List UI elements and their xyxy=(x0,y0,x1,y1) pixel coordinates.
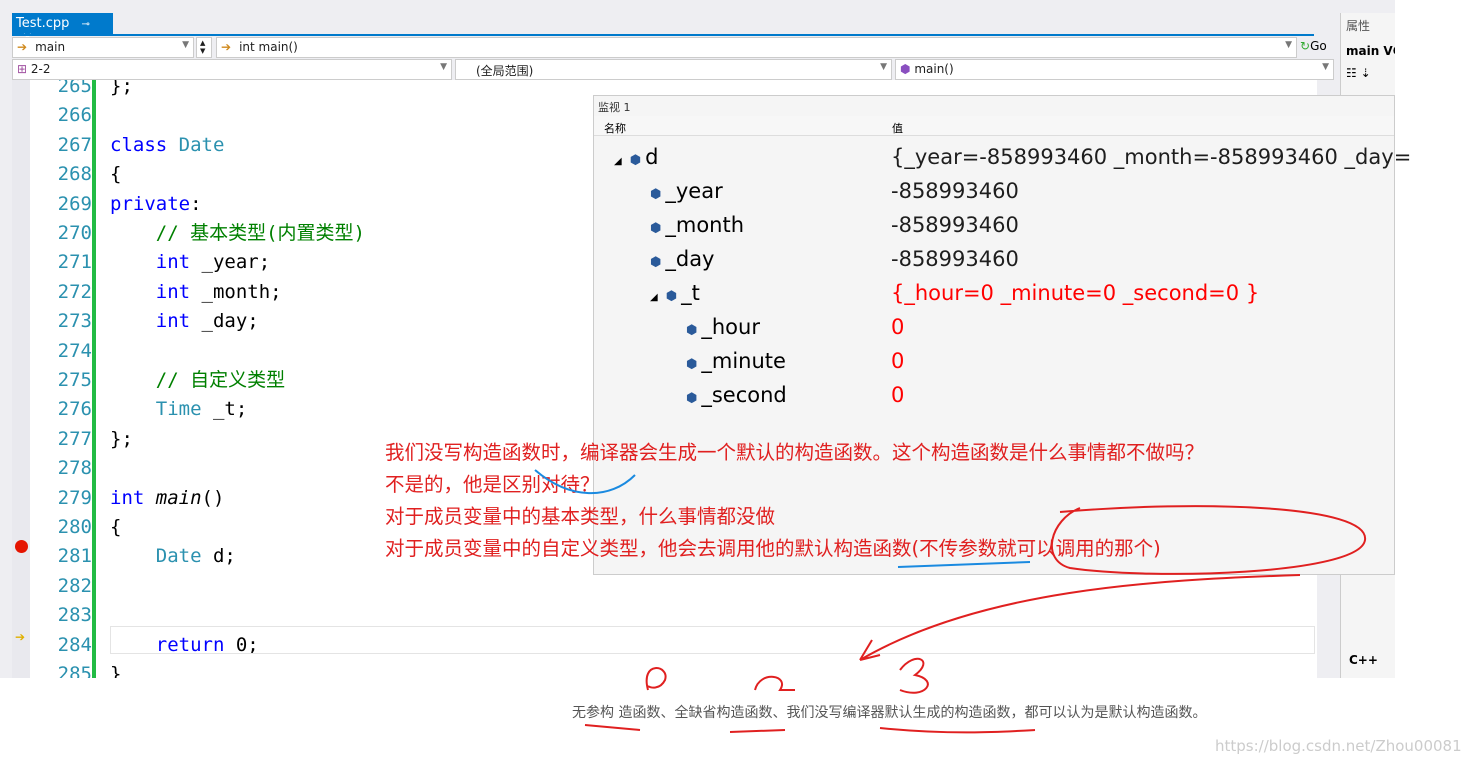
watermark: https://blog.csdn.net/Zhou000815 xyxy=(1215,737,1461,755)
underline-mark xyxy=(584,724,1036,734)
circle-mark xyxy=(1051,505,1367,575)
underline-mark xyxy=(897,561,1031,568)
handwritten-annotations xyxy=(534,469,1367,734)
number-mark xyxy=(645,667,795,691)
number-mark xyxy=(899,657,929,694)
underline-mark xyxy=(534,469,636,495)
arrow-mark xyxy=(859,574,1301,661)
bottom-caption: 无参构 造函数、全缺省构造函数、我们没写编译器默认生成的构造函数，都可以认为是默… xyxy=(572,705,1207,721)
